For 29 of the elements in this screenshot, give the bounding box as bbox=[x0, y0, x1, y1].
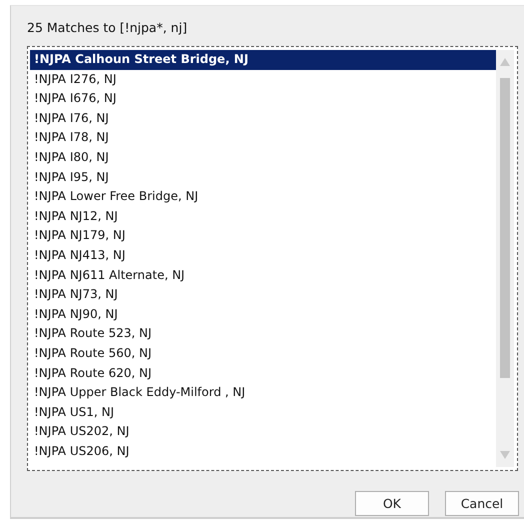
list-item[interactable]: !NJPA US202, NJ bbox=[30, 422, 496, 442]
scrollbar[interactable] bbox=[496, 50, 514, 467]
scroll-down-icon[interactable] bbox=[500, 451, 510, 459]
list-item[interactable]: !NJPA I80, NJ bbox=[30, 148, 496, 168]
list-item[interactable]: !NJPA Route 523, NJ bbox=[30, 324, 496, 344]
scroll-up-icon[interactable] bbox=[500, 58, 510, 66]
list-item[interactable]: !NJPA I78, NJ bbox=[30, 128, 496, 148]
dialog-title: 25 Matches to [!njpa*, nj] bbox=[27, 20, 188, 37]
list-item[interactable]: !NJPA NJ413, NJ bbox=[30, 246, 496, 266]
list-item[interactable]: !NJPA I76, NJ bbox=[30, 108, 496, 128]
scrollbar-thumb[interactable] bbox=[500, 78, 510, 378]
list-item[interactable]: !NJPA NJ90, NJ bbox=[30, 304, 496, 324]
list-item[interactable]: !NJPA Calhoun Street Bridge, NJ bbox=[30, 50, 496, 70]
list-item[interactable]: !NJPA NJ12, NJ bbox=[30, 206, 496, 226]
list-item[interactable]: !NJPA Route 560, NJ bbox=[30, 344, 496, 364]
list-item[interactable]: !NJPA Route 620, NJ bbox=[30, 364, 496, 384]
cancel-button[interactable]: Cancel bbox=[445, 491, 519, 516]
list-item[interactable]: !NJPA Lower Free Bridge, NJ bbox=[30, 187, 496, 207]
list-item[interactable]: !NJPA I676, NJ bbox=[30, 89, 496, 109]
list-item[interactable]: !NJPA NJ611 Alternate, NJ bbox=[30, 266, 496, 286]
list-item[interactable]: !NJPA US1, NJ bbox=[30, 402, 496, 422]
match-list[interactable] bbox=[27, 46, 518, 471]
list-item[interactable]: !NJPA US206, NJ bbox=[30, 442, 496, 462]
ok-button[interactable]: OK bbox=[355, 491, 429, 516]
list-item[interactable]: !NJPA I276, NJ bbox=[30, 70, 496, 90]
list-item[interactable]: !NJPA I95, NJ bbox=[30, 168, 496, 188]
list-item[interactable]: !NJPA Upper Black Eddy-Milford , NJ bbox=[30, 383, 496, 403]
list-item[interactable]: !NJPA NJ179, NJ bbox=[30, 226, 496, 246]
list-item[interactable]: !NJPA NJ73, NJ bbox=[30, 285, 496, 305]
